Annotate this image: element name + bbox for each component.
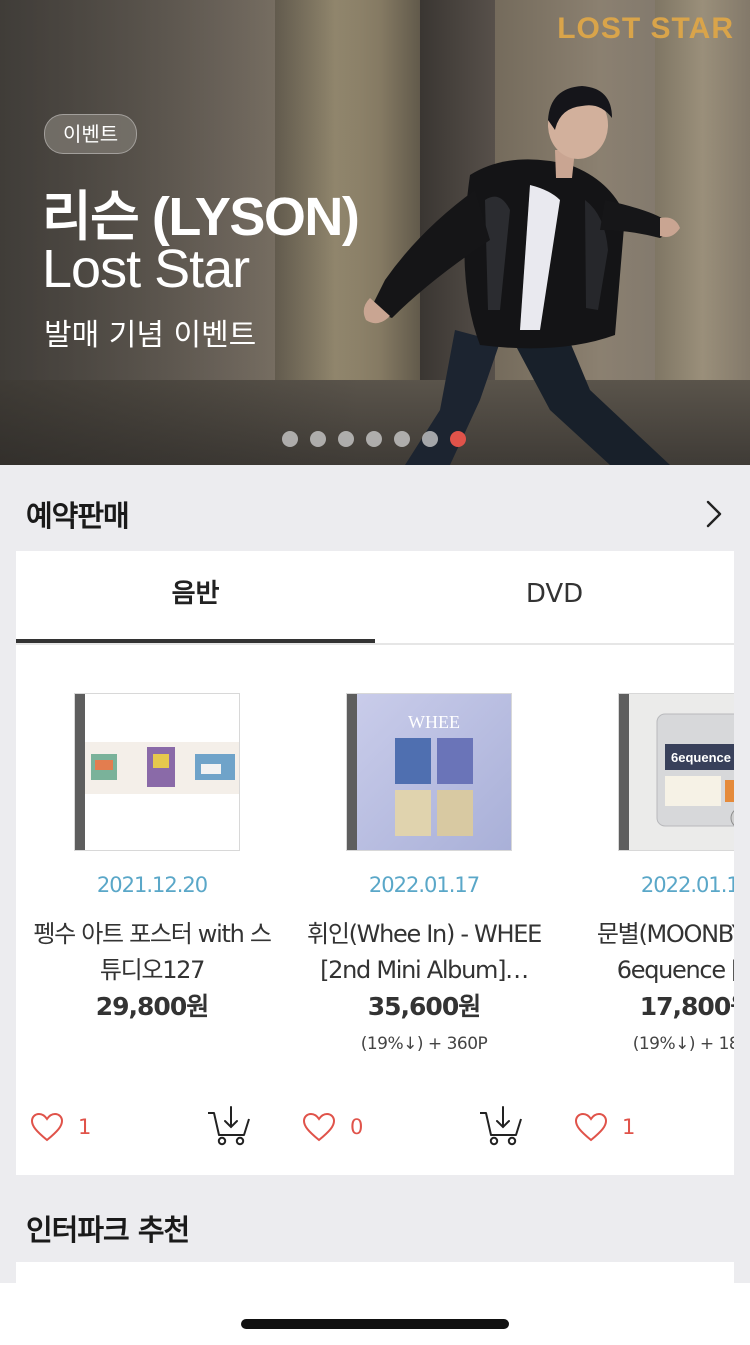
album-art-image: 6equence [629,694,734,850]
like-count: 1 [622,1115,636,1139]
carousel-dot[interactable] [310,431,326,447]
product-price: 17,800원 [639,992,734,1021]
heart-icon [30,1112,64,1142]
preorder-header: 예약판매 [0,465,750,551]
product-price: 29,800원 [95,992,209,1021]
carousel-indicator[interactable] [282,431,466,447]
product-item[interactable]: WHEE 2022.01.17 휘인(Whee In) - WHEE [2nd … [288,691,560,1171]
home-indicator[interactable] [241,1319,509,1329]
bottom-safe-area [0,1283,750,1345]
like-count: 0 [350,1115,364,1139]
product-name[interactable]: 펭수 아트 포스터 with 스튜디오127 [32,916,272,988]
carousel-dot[interactable] [422,431,438,447]
heart-icon [302,1112,336,1142]
section-title: 인터파크 추천 [26,1213,190,1247]
carousel-dot-active[interactable] [450,431,466,447]
poster-image [85,742,239,794]
album-spine [75,694,85,850]
running-man-photo [363,86,680,465]
product-item[interactable]: 6equence 2022.01.19 문별(MOONBYUL) - 6eque… [560,691,734,1171]
release-date: 2022.01.17 [368,873,480,897]
add-to-cart-icon[interactable] [478,1103,524,1147]
product-name[interactable]: 휘인(Whee In) - WHEE [2nd Mini Album]… [304,916,544,988]
carousel-dot[interactable] [338,431,354,447]
banner-subtitle: Lost Star [42,239,250,299]
product-item[interactable]: 2021.12.20 펭수 아트 포스터 with 스튜디오127 29,800… [16,691,288,1171]
album-spine [619,694,629,850]
tab-dvd[interactable]: DVD [375,551,734,641]
product-price: 35,600원 [367,992,481,1021]
svg-text:6equence: 6equence [671,750,731,765]
product-carousel[interactable]: 2021.12.20 펭수 아트 포스터 with 스튜디오127 29,800… [16,691,734,1171]
product-name[interactable]: 문별(MOONBYUL) - 6equence [3rd [576,916,734,988]
product-discount: (19%↓) + 360P [360,1034,488,1054]
like-button[interactable]: 1 [30,1109,91,1145]
carousel-dot[interactable] [366,431,382,447]
add-to-cart-icon[interactable] [206,1103,252,1147]
recommend-header: 인터파크 추천 [0,1175,750,1261]
album-cover[interactable]: 6equence [618,693,734,851]
chevron-right-icon[interactable] [704,499,724,529]
carousel-dot[interactable] [282,431,298,447]
album-art-image: WHEE [357,694,511,850]
release-date: 2021.12.20 [96,873,208,897]
like-button[interactable]: 1 [574,1109,635,1145]
heart-icon [574,1112,608,1142]
release-date: 2022.01.19 [640,873,734,897]
like-count: 1 [78,1115,92,1139]
banner-description: 발매 기념 이벤트 [44,318,257,353]
tab-album[interactable]: 음반 [16,551,375,643]
event-tag: 이벤트 [44,114,138,154]
album-cover[interactable]: WHEE [346,693,512,851]
svg-text:WHEE: WHEE [408,712,460,732]
carousel-dot[interactable] [394,431,410,447]
category-tabs: 음반 DVD [16,551,734,645]
event-banner[interactable]: LOST STAR 이벤트 리슨 (LYSON) Lost Star 발매 기념… [0,0,750,465]
like-button[interactable]: 0 [302,1109,363,1145]
brand-logo: LOST STAR [557,12,734,45]
album-spine [347,694,357,850]
section-title: 예약판매 [26,499,130,533]
preorder-card: 음반 DVD 2021.12.20 펭수 아트 포스터 with 스튜디오127… [16,551,734,1175]
product-discount: (19%↓) + 180P [632,1034,734,1054]
album-cover[interactable] [74,693,240,851]
